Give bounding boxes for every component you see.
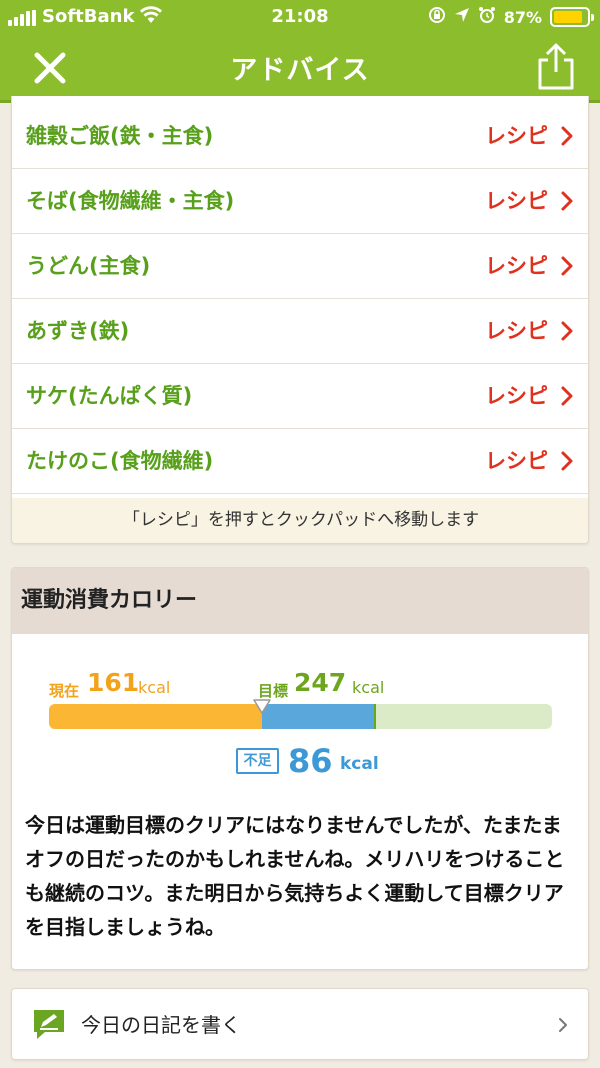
orientation-lock-icon bbox=[428, 6, 446, 28]
exercise-calorie-card: 運動消費カロリー 現在 161 kcal 目標 247 kcal 不足 86 k… bbox=[11, 567, 589, 970]
recipe-row[interactable]: あずき(鉄) レシピ bbox=[12, 299, 588, 364]
alarm-icon bbox=[478, 6, 496, 28]
recipe-row[interactable]: 雑穀ご飯(鉄・主食) レシピ bbox=[12, 104, 588, 169]
chevron-right-icon bbox=[561, 191, 573, 211]
recipe-row[interactable]: そば(食物繊維・主食) レシピ bbox=[12, 169, 588, 234]
recipe-item-name: あずき(鉄) bbox=[26, 319, 130, 343]
target-value: 247 bbox=[294, 668, 347, 697]
shortfall-value: 86 bbox=[288, 742, 333, 780]
current-progress-fill bbox=[49, 704, 263, 729]
pencil-note-icon bbox=[34, 1010, 64, 1039]
status-bar: SoftBank 21:08 87% bbox=[0, 0, 600, 34]
recipe-item-name: 雑穀ご飯(鉄・主食) bbox=[26, 124, 214, 148]
calorie-progress-bar bbox=[49, 704, 552, 729]
recipe-item-name: うどん(主食) bbox=[26, 254, 151, 278]
chevron-right-icon bbox=[561, 386, 573, 406]
current-marker-icon bbox=[253, 699, 271, 714]
recipe-item-name: たけのこ(食物繊維) bbox=[26, 449, 214, 473]
recipe-link-label: レシピ bbox=[485, 189, 548, 213]
app-header: SoftBank 21:08 87% アドバイス bbox=[0, 0, 600, 103]
recipe-link[interactable]: レシピ bbox=[485, 364, 574, 428]
recipe-item-name: そば(食物繊維・主食) bbox=[26, 189, 235, 213]
recipe-row[interactable]: うどん(主食) レシピ bbox=[12, 234, 588, 299]
recipe-link-label: レシピ bbox=[485, 449, 548, 473]
recipe-list-card: 雑穀ご飯(鉄・主食) レシピ そば(食物繊維・主食) レシピ うどん(主食) レ… bbox=[11, 96, 589, 544]
current-value: 161 bbox=[87, 668, 140, 697]
chevron-right-icon bbox=[561, 451, 573, 471]
current-unit: kcal bbox=[138, 678, 171, 697]
recipe-note: 「レシピ」を押すとクックパッドへ移動します bbox=[12, 498, 588, 543]
page-title: アドバイス bbox=[230, 55, 370, 86]
location-icon bbox=[454, 7, 470, 27]
recipe-link[interactable]: レシピ bbox=[485, 104, 574, 168]
recipe-link-label: レシピ bbox=[485, 254, 548, 278]
chevron-right-icon bbox=[561, 126, 573, 146]
recipe-link-label: レシピ bbox=[485, 319, 548, 343]
shortfall-unit: kcal bbox=[340, 754, 379, 774]
battery-percent: 87% bbox=[503, 7, 542, 27]
battery-fill bbox=[554, 11, 582, 23]
share-icon bbox=[538, 43, 574, 90]
chevron-right-icon bbox=[561, 256, 573, 276]
recipe-row[interactable]: サケ(たんぱく質) レシピ bbox=[12, 364, 588, 429]
share-button[interactable] bbox=[534, 42, 578, 92]
recipe-link[interactable]: レシピ bbox=[485, 429, 574, 493]
current-label: 現在 bbox=[49, 682, 80, 700]
recipe-link-label: レシピ bbox=[485, 124, 548, 148]
section-title: 運動消費カロリー bbox=[12, 568, 588, 634]
chevron-right-icon bbox=[561, 321, 573, 341]
diary-label: 今日の日記を書く bbox=[81, 1013, 241, 1037]
recipe-link-label: レシピ bbox=[485, 384, 548, 408]
recipe-row[interactable]: たけのこ(食物繊維) レシピ bbox=[12, 429, 588, 494]
shortfall-badge: 不足 bbox=[236, 748, 279, 774]
shortfall-fill bbox=[262, 704, 376, 729]
recipe-item-name: サケ(たんぱく質) bbox=[26, 384, 193, 408]
write-diary-button[interactable]: 今日の日記を書く bbox=[11, 988, 589, 1060]
status-indicators: 87% bbox=[428, 6, 594, 28]
recipe-link[interactable]: レシピ bbox=[485, 169, 574, 233]
chevron-right-icon bbox=[559, 1018, 567, 1032]
recipe-link[interactable]: レシピ bbox=[485, 234, 574, 298]
recipe-link[interactable]: レシピ bbox=[485, 299, 574, 363]
battery-icon bbox=[550, 7, 594, 27]
target-unit: kcal bbox=[352, 678, 385, 697]
advice-text: 今日は運動目標のクリアにはなりませんでしたが、たまたまオフの日だったのかもしれま… bbox=[25, 813, 565, 939]
target-label: 目標 bbox=[258, 682, 289, 700]
